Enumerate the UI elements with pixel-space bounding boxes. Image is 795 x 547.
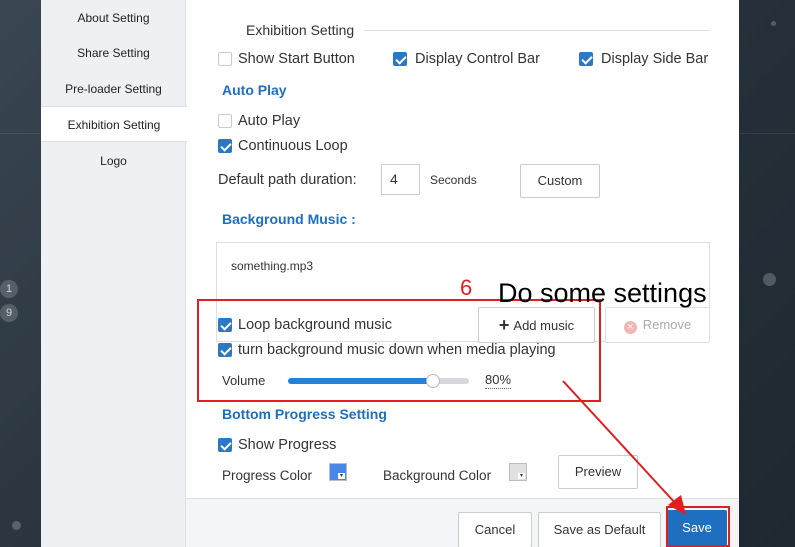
sidebar-item-logo[interactable]: Logo <box>41 143 186 179</box>
show-progress-label: Show Progress <box>238 437 337 453</box>
background-music-heading: Background Music : <box>222 211 356 227</box>
settings-dialog: About Setting Share Setting Pre-loader S… <box>41 0 739 547</box>
progress-color-picker[interactable]: ▾ <box>329 463 347 481</box>
background-color-picker[interactable]: ▾ <box>509 463 527 481</box>
sidebar-item-share[interactable]: Share Setting <box>41 35 186 71</box>
progress-heading: Bottom Progress Setting <box>222 406 387 422</box>
page-number-badge: 1 <box>0 280 18 298</box>
auto-play-heading: Auto Play <box>222 82 287 98</box>
annotation-save-highlight <box>666 506 730 547</box>
duration-label: Default path duration: <box>218 172 357 188</box>
section-divider <box>364 30 710 31</box>
decorative-dot <box>763 273 776 286</box>
remove-music-button[interactable]: × Remove <box>605 307 710 343</box>
dropdown-caret-icon: ▾ <box>518 473 525 479</box>
preview-button[interactable]: Preview <box>558 455 638 489</box>
remove-icon: × <box>623 321 637 334</box>
sidebar-item-preloader[interactable]: Pre-loader Setting <box>41 71 186 107</box>
cancel-button[interactable]: Cancel <box>458 512 532 547</box>
continuous-loop-label: Continuous Loop <box>238 138 348 154</box>
music-file-item[interactable]: something.mp3 <box>231 259 313 273</box>
custom-button[interactable]: Custom <box>520 164 600 198</box>
display-control-bar-label: Display Control Bar <box>415 51 540 67</box>
decorative-dot <box>771 21 776 26</box>
annotation-caption: Do some settings <box>498 278 707 308</box>
settings-sidebar: About Setting Share Setting Pre-loader S… <box>41 0 187 547</box>
section-title-exhibition: Exhibition Setting <box>246 22 355 38</box>
display-side-bar-checkbox[interactable] <box>579 52 593 66</box>
show-progress-checkbox[interactable] <box>218 438 232 452</box>
duration-input[interactable]: 4 <box>381 164 420 195</box>
remove-music-label: Remove <box>642 317 692 332</box>
duration-unit-label: Seconds <box>430 173 477 187</box>
background-line <box>739 133 795 134</box>
dialog-footer: Cancel Save as Default Save <box>186 498 739 547</box>
show-start-button-label: Show Start Button <box>238 51 355 67</box>
decorative-dot <box>12 521 21 530</box>
background-line <box>0 133 41 134</box>
auto-play-label: Auto Play <box>238 113 301 129</box>
sidebar-item-exhibition[interactable]: Exhibition Setting <box>41 106 187 142</box>
save-as-default-button[interactable]: Save as Default <box>538 512 661 547</box>
show-start-button-checkbox[interactable] <box>218 52 232 66</box>
auto-play-checkbox[interactable] <box>218 114 232 128</box>
progress-color-label: Progress Color <box>222 468 313 483</box>
background-color-label: Background Color <box>383 468 492 483</box>
annotation-step-number: 6 <box>460 275 473 300</box>
annotation-highlight-box <box>197 299 601 402</box>
page-number-badge: 9 <box>0 304 18 322</box>
display-control-bar-checkbox[interactable] <box>393 52 407 66</box>
sidebar-item-about[interactable]: About Setting <box>41 0 186 36</box>
display-side-bar-label: Display Side Bar <box>601 51 709 67</box>
continuous-loop-checkbox[interactable] <box>218 139 232 153</box>
settings-content: Exhibition Setting Show Start Button Dis… <box>186 0 739 547</box>
dropdown-caret-icon: ▾ <box>338 473 345 479</box>
